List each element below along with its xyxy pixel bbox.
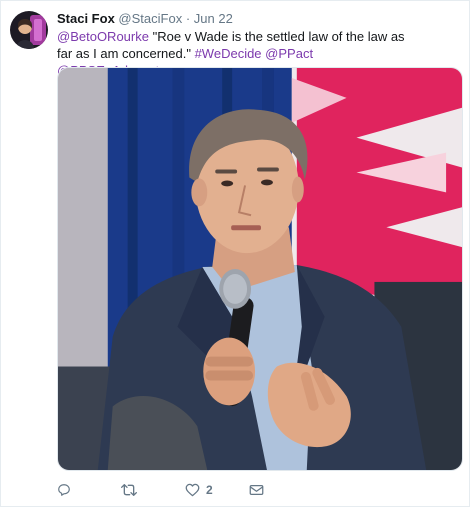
tweet-date[interactable]: Jun 22	[194, 11, 233, 26]
author-name[interactable]: Staci Fox	[57, 11, 115, 26]
mention-betoorourke[interactable]: @BetoORourke	[57, 29, 149, 44]
mention-ppact[interactable]: @PPact	[265, 46, 313, 61]
like-button[interactable]: 2	[185, 483, 249, 497]
avatar[interactable]	[10, 11, 48, 49]
speaker-photo	[58, 68, 462, 470]
retweet-button[interactable]	[121, 483, 185, 497]
envelope-icon	[249, 485, 264, 495]
like-count: 2	[206, 483, 213, 497]
avatar-image	[10, 11, 48, 49]
tweet-card[interactable]: Staci Fox @StaciFox · Jun 22 @BetoORourk…	[0, 0, 470, 507]
reply-icon	[58, 484, 70, 496]
heart-icon	[185, 483, 200, 497]
tweet-actions: 2	[57, 481, 377, 499]
author-handle[interactable]: @StaciFox	[118, 11, 182, 26]
tweet-header: Staci Fox @StaciFox · Jun 22	[57, 11, 233, 27]
hashtag-wedecide[interactable]: #WeDecide	[195, 46, 262, 61]
direct-message-button[interactable]	[249, 484, 313, 496]
reply-button[interactable]	[57, 483, 121, 497]
header-separator: ·	[185, 11, 191, 26]
retweet-icon	[121, 483, 137, 496]
tweet-photo[interactable]	[57, 67, 463, 471]
